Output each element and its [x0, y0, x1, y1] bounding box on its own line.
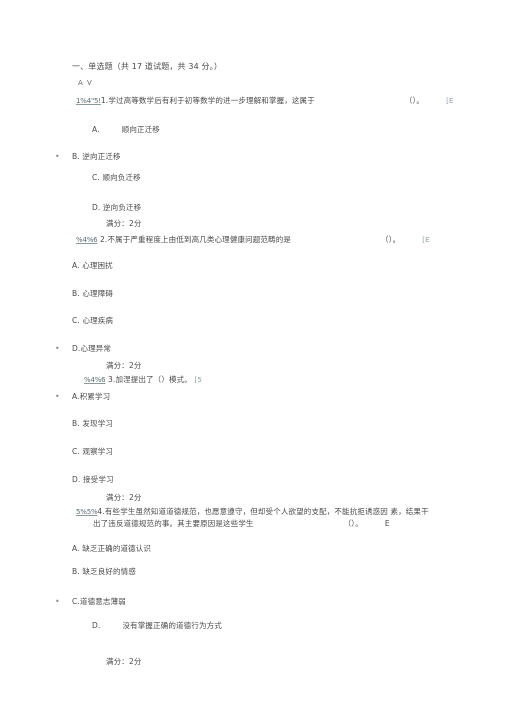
question-line-2: %4%6 2.不属于严重程度上由低到高几类心理健康问题范畴的是 （）。 [E	[76, 235, 430, 245]
option-label: 积累学习	[79, 392, 111, 401]
option-2-C[interactable]: C. 心理疾病	[72, 316, 113, 326]
question-text-4-line2: 出了违反道德规范的事。其主要原因是这些学生	[93, 519, 254, 528]
option-label: 逆向正迁移	[82, 152, 121, 161]
cut-marker-1: [E	[446, 97, 454, 105]
question-line-4-cont: 出了违反道德规范的事。其主要原因是这些学生 （）。 E	[93, 519, 390, 529]
question-line-3: %4%6 3.加涅提出了（）模式。 [5	[84, 375, 202, 385]
question-id-prefix-4: 5%5%	[76, 508, 98, 516]
option-letter: D.	[92, 621, 101, 630]
option-letter: C.	[72, 597, 80, 606]
option-letter: C.	[72, 447, 80, 456]
question-number-4: 4.	[97, 507, 105, 516]
option-1-A[interactable]: A. 顺向正迁移	[92, 125, 160, 135]
answer-blank-4: （）。	[343, 519, 363, 528]
option-1-B[interactable]: B. 逆向正迁移	[72, 152, 121, 162]
option-3-C[interactable]: C. 观察学习	[72, 447, 113, 457]
option-3-D[interactable]: D. 接受学习	[72, 475, 114, 485]
option-3-A[interactable]: A.积累学习	[72, 392, 110, 402]
option-letter: C.	[72, 316, 80, 325]
option-letter: B.	[72, 567, 80, 576]
option-letter: C.	[92, 173, 100, 182]
option-4-B[interactable]: B. 缺乏良好的情感	[72, 567, 136, 577]
option-letter: A.	[92, 125, 100, 134]
option-letter: B.	[72, 419, 80, 428]
question-id-prefix-1: 1%4"5!	[76, 97, 101, 105]
question-text-4: 有些学生虽然知道道德规范，也愿意遵守，但却受个人欲望的支配，不能抗拒诱惑因 素，…	[104, 507, 429, 516]
question-text-1: 学过高等数学后有利于初等数学的进一步理解和掌握，这属于	[108, 96, 315, 105]
score-3: 满分：2分	[106, 493, 142, 502]
option-label: 接受学习	[83, 475, 114, 484]
answer-blank-1: （）。	[404, 96, 425, 105]
option-label: 心理疾病	[82, 316, 114, 325]
question-text-3: 加涅提出了（）模式。	[115, 375, 192, 384]
bullet-marker: •	[55, 597, 60, 606]
small-marker: A V	[78, 79, 93, 87]
score-4: 满分：2分	[106, 657, 142, 666]
score-2: 满分：2分	[106, 361, 142, 370]
question-id-prefix-3: %4%6	[84, 376, 106, 384]
option-label: 缺乏正确的道德认识	[82, 544, 152, 553]
option-label: 逆向负迁移	[103, 203, 142, 212]
option-4-A[interactable]: A. 缺乏正确的道德认识	[72, 544, 151, 554]
cut-marker-4: E	[384, 519, 390, 528]
bullet-marker: •	[55, 152, 60, 161]
option-label: 发现学习	[82, 419, 113, 428]
option-2-B[interactable]: B. 心理障碍	[72, 289, 113, 299]
option-1-D[interactable]: D. 逆向负迁移	[92, 203, 141, 213]
cut-marker-2: [E	[422, 236, 430, 244]
option-label: 心理障碍	[82, 289, 113, 298]
option-letter: B.	[72, 152, 80, 161]
bullet-marker: •	[55, 344, 60, 353]
option-letter: A.	[72, 392, 80, 401]
option-3-B[interactable]: B. 发现学习	[72, 419, 113, 429]
exam-page: 一、单选题（共 17 道试题，共 34 分。） A V 1%4"5!1.学过高等…	[0, 0, 505, 714]
option-label: 没有掌握正确的道德行为方式	[122, 621, 222, 630]
question-line-4: 5%5%4.有些学生虽然知道道德规范，也愿意遵守，但却受个人欲望的支配，不能抗拒…	[76, 507, 429, 517]
question-id-prefix-2: %4%6	[76, 236, 98, 244]
question-line-1: 1%4"5!1.学过高等数学后有利于初等数学的进一步理解和掌握，这属于 （）。 [E	[76, 96, 454, 106]
option-label: 顺向正迁移	[121, 125, 160, 134]
option-letter: A.	[72, 544, 80, 553]
option-label: 心理困扰	[82, 261, 113, 270]
option-label: 缺乏良好的情感	[82, 567, 136, 576]
option-label: 心理异常	[80, 344, 112, 353]
option-label: 道德意志薄弱	[79, 597, 126, 606]
option-4-C[interactable]: C.道德意志薄弱	[72, 597, 126, 607]
score-1: 满分：2分	[106, 219, 142, 228]
bullet-marker: •	[55, 392, 60, 401]
option-2-D[interactable]: D.心理异常	[72, 344, 111, 354]
option-letter: B.	[72, 289, 80, 298]
option-letter: D.	[92, 203, 101, 212]
option-1-C[interactable]: C. 顺向负迁移	[92, 173, 141, 183]
option-label: 观察学习	[82, 447, 114, 456]
option-letter: A.	[72, 261, 80, 270]
option-letter: D.	[72, 475, 81, 484]
cut-marker-3: [5	[194, 376, 202, 384]
option-2-A[interactable]: A. 心理困扰	[72, 261, 113, 271]
option-label: 顺向负迁移	[102, 173, 141, 182]
option-4-D[interactable]: D. 没有掌握正确的道德行为方式	[92, 621, 222, 631]
section-heading: 一、单选题（共 17 道试题，共 34 分。）	[72, 62, 222, 71]
question-text-2: 不属于严重程度上由低到高几类心理健康问题范畴的是	[107, 235, 292, 244]
answer-blank-2: （）。	[381, 235, 401, 244]
